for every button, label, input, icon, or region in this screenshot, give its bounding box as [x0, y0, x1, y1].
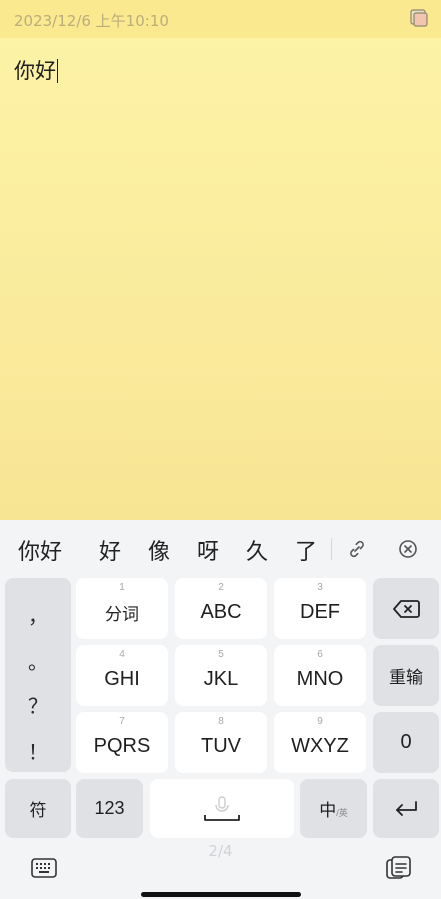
key-label: 符: [29, 801, 47, 821]
key-number: 8: [218, 716, 224, 727]
key-4[interactable]: 4 GHI: [76, 645, 168, 706]
note-timestamp: 2023/12/6 上午10:10: [14, 12, 169, 30]
lang-sub: /英: [336, 808, 348, 818]
key-label: PQRS: [93, 735, 151, 757]
candidate-item[interactable]: 久: [246, 534, 268, 566]
candidate-item[interactable]: 你好: [18, 534, 62, 566]
key-6[interactable]: 6 MNO: [274, 645, 366, 706]
text-cursor: [57, 59, 58, 83]
key-2[interactable]: 2 ABC: [175, 578, 267, 639]
key-label: 123: [94, 798, 125, 818]
key-number: 2: [218, 582, 224, 593]
key-label: WXYZ: [291, 735, 349, 757]
key-number: 6: [317, 649, 323, 660]
key-8[interactable]: 8 TUV: [175, 712, 267, 773]
candidate-item[interactable]: 好: [99, 534, 121, 566]
key-number: 5: [218, 649, 224, 660]
key-7[interactable]: 7 PQRS: [76, 712, 168, 773]
key-3[interactable]: 3 DEF: [274, 578, 366, 639]
lang-main: 中: [319, 801, 337, 821]
close-circle-icon[interactable]: [396, 537, 420, 561]
enter-icon: [396, 800, 417, 816]
language-toggle-label: 中 /英: [319, 796, 348, 821]
key-number: 9: [317, 716, 323, 727]
reenter-key[interactable]: 重输: [373, 645, 439, 706]
key-0[interactable]: 0: [373, 712, 439, 773]
keyboard-icon[interactable]: [30, 856, 58, 880]
note-body[interactable]: 你好: [14, 55, 58, 85]
clipboard-icon[interactable]: [385, 855, 413, 881]
symbols-key[interactable]: 符: [5, 779, 71, 838]
symbol-key[interactable]: 。: [5, 646, 71, 675]
candidate-bar: 你好 好 像 呀 久 了: [0, 520, 441, 578]
home-indicator[interactable]: [141, 892, 301, 897]
key-label: 重输: [389, 668, 423, 688]
key-label: MNO: [296, 668, 344, 690]
page-indicator: 2/4: [208, 842, 233, 860]
key-number: 3: [317, 582, 323, 593]
key-label: TUV: [201, 735, 241, 757]
key-5[interactable]: 5 JKL: [175, 645, 267, 706]
key-number: 7: [119, 716, 125, 727]
link-icon[interactable]: [345, 537, 369, 561]
key-9[interactable]: 9 WXYZ: [274, 712, 366, 773]
backspace-key[interactable]: [373, 578, 439, 639]
key-label: ABC: [200, 601, 242, 623]
symbol-key[interactable]: ？: [5, 690, 71, 719]
backspace-icon: [393, 599, 420, 618]
microphone-space-icon: [204, 795, 240, 821]
candidate-divider: [331, 538, 332, 560]
numbers-key[interactable]: 123: [76, 779, 143, 838]
key-label: 0: [400, 731, 412, 753]
note-editor[interactable]: 2023/12/6 上午10:10 你好: [0, 0, 441, 520]
symbol-column[interactable]: ， 。 ？ ！: [5, 578, 71, 772]
key-label: 分词: [105, 605, 139, 625]
note-color-icon[interactable]: [409, 9, 429, 27]
candidate-item[interactable]: 了: [295, 534, 317, 566]
symbol-key[interactable]: ，: [5, 600, 71, 629]
key-label: DEF: [300, 601, 340, 623]
note-body-text: 你好: [14, 59, 56, 83]
key-number: 4: [119, 649, 125, 660]
enter-key[interactable]: [373, 779, 439, 838]
ime-keyboard: 你好 好 像 呀 久 了 ， 。 ？ ！ 1 分词 2 ABC 3 DEF 4 …: [0, 520, 441, 899]
key-label: GHI: [104, 668, 140, 690]
key-number: 1: [119, 582, 125, 593]
key-label: JKL: [203, 668, 239, 690]
symbol-key[interactable]: ！: [5, 736, 71, 765]
space-key[interactable]: [150, 779, 294, 838]
note-header: 2023/12/6 上午10:10: [0, 0, 441, 38]
candidate-item[interactable]: 呀: [197, 534, 219, 566]
language-toggle-key[interactable]: 中 /英: [300, 779, 367, 838]
key-1[interactable]: 1 分词: [76, 578, 168, 639]
candidate-item[interactable]: 像: [148, 534, 170, 566]
